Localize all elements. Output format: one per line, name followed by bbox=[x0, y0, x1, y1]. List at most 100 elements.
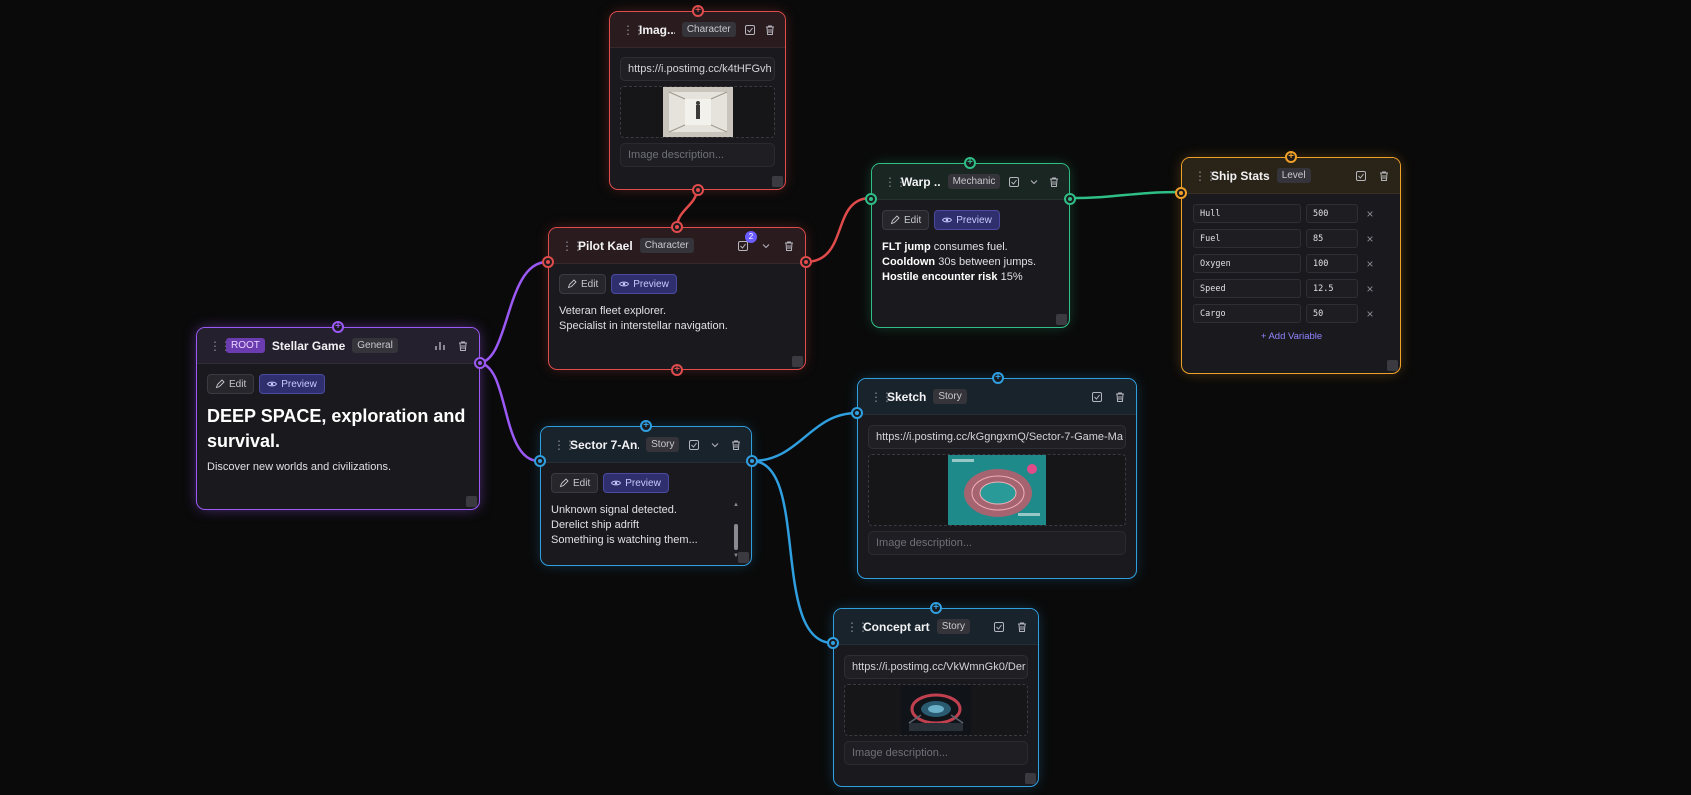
remove-variable-icon[interactable]: × bbox=[1363, 207, 1377, 221]
node-image[interactable]: ⋮⋮ Imag... Character https://i.postimg.c… bbox=[609, 5, 786, 196]
image-description-input[interactable]: Image description... bbox=[844, 741, 1028, 765]
image-description-input[interactable]: Image description... bbox=[868, 531, 1126, 555]
drag-handle-icon[interactable]: ⋮⋮ bbox=[884, 176, 907, 188]
trash-icon[interactable] bbox=[1376, 168, 1392, 184]
image-url-input[interactable]: https://i.postimg.cc/VkWmnGk0/Der bbox=[844, 655, 1028, 679]
resize-handle[interactable] bbox=[738, 552, 749, 563]
chevron-down-icon[interactable] bbox=[708, 437, 722, 453]
chevron-down-icon[interactable] bbox=[1028, 174, 1041, 190]
node-concept-art[interactable]: ⋮⋮ Concept art Story https://i.postimg.c… bbox=[827, 602, 1039, 787]
preview-button[interactable]: Preview bbox=[603, 473, 669, 493]
input-handle[interactable] bbox=[534, 455, 546, 467]
add-variable-button[interactable]: + Add Variable bbox=[1193, 331, 1390, 342]
checkbox-icon[interactable] bbox=[743, 22, 757, 38]
output-handle[interactable] bbox=[474, 357, 486, 369]
output-handle[interactable] bbox=[692, 184, 704, 196]
flow-canvas[interactable]: ⋮⋮ ROOT Stellar Game General Edit Previe… bbox=[0, 0, 1691, 795]
remove-variable-icon[interactable]: × bbox=[1363, 257, 1377, 271]
drag-handle-icon[interactable]: ⋮⋮ bbox=[870, 391, 893, 403]
checkbox-icon[interactable]: 2 bbox=[735, 230, 757, 254]
input-handle-top[interactable] bbox=[671, 221, 683, 233]
variable-value-input[interactable]: 100 bbox=[1306, 254, 1358, 273]
trash-icon[interactable] bbox=[729, 437, 743, 453]
variable-value-input[interactable]: 50 bbox=[1306, 304, 1358, 323]
node-sector-7[interactable]: ⋮⋮ Sector 7-An... Story Edit Preview Unk… bbox=[534, 420, 758, 566]
checkbox-icon[interactable] bbox=[686, 437, 700, 453]
trash-icon[interactable] bbox=[781, 238, 797, 254]
image-description-input[interactable]: Image description... bbox=[620, 143, 775, 167]
add-handle-top[interactable]: + bbox=[640, 420, 652, 432]
checkbox-icon[interactable] bbox=[991, 619, 1007, 635]
chevron-down-icon[interactable] bbox=[758, 238, 774, 254]
variable-value-input[interactable]: 12.5 bbox=[1306, 279, 1358, 298]
variable-name-input[interactable]: Oxygen bbox=[1193, 254, 1301, 273]
image-url-input[interactable]: https://i.postimg.cc/kGgngxmQ/Sector-7-G… bbox=[868, 425, 1126, 449]
variable-value-input[interactable]: 85 bbox=[1306, 229, 1358, 248]
output-handle[interactable] bbox=[746, 455, 758, 467]
resize-handle[interactable] bbox=[792, 356, 803, 367]
preview-button[interactable]: Preview bbox=[259, 374, 325, 394]
trash-icon[interactable] bbox=[1048, 174, 1061, 190]
resize-handle[interactable] bbox=[466, 496, 477, 507]
resize-handle[interactable] bbox=[1056, 314, 1067, 325]
trash-icon[interactable] bbox=[1014, 619, 1030, 635]
input-handle[interactable] bbox=[851, 407, 863, 419]
checkbox-icon[interactable] bbox=[1353, 168, 1369, 184]
variable-name-input[interactable]: Fuel bbox=[1193, 229, 1301, 248]
variable-value-input[interactable]: 500 bbox=[1306, 204, 1358, 223]
input-handle[interactable] bbox=[827, 637, 839, 649]
output-handle[interactable] bbox=[1064, 193, 1076, 205]
drag-handle-icon[interactable]: ⋮⋮ bbox=[553, 439, 576, 451]
input-handle[interactable] bbox=[1175, 187, 1187, 199]
edit-button[interactable]: Edit bbox=[551, 473, 599, 493]
node-title: Sector 7-An... bbox=[570, 437, 639, 452]
node-pilot-kael[interactable]: ⋮⋮ Pilot Kael Character 2 Edit Preview V… bbox=[542, 221, 812, 376]
add-handle-top[interactable]: + bbox=[930, 602, 942, 614]
node-stellar-game[interactable]: ⋮⋮ ROOT Stellar Game General Edit Previe… bbox=[196, 321, 486, 510]
preview-button[interactable]: Preview bbox=[934, 210, 1000, 230]
node-warp[interactable]: ⋮⋮ Warp ... Mechanic Edit Preview FLT ju… bbox=[865, 157, 1076, 328]
variable-row: Hull 500 × bbox=[1193, 204, 1390, 223]
variable-name-input[interactable]: Speed bbox=[1193, 279, 1301, 298]
edit-button[interactable]: Edit bbox=[207, 374, 255, 394]
edit-button[interactable]: Edit bbox=[559, 274, 607, 294]
edit-button[interactable]: Edit bbox=[882, 210, 930, 230]
drag-handle-icon[interactable]: ⋮⋮ bbox=[561, 240, 584, 252]
input-handle[interactable] bbox=[865, 193, 877, 205]
drag-handle-icon[interactable]: ⋮⋮ bbox=[1194, 170, 1217, 182]
add-handle-top[interactable]: + bbox=[692, 5, 704, 17]
input-handle[interactable] bbox=[542, 256, 554, 268]
add-handle-top[interactable]: + bbox=[964, 157, 976, 169]
variable-name-input[interactable]: Hull bbox=[1193, 204, 1301, 223]
drag-handle-icon[interactable]: ⋮⋮ bbox=[622, 24, 645, 36]
image-url-input[interactable]: https://i.postimg.cc/k4tHFGvh bbox=[620, 57, 775, 81]
node-type-tag: Story bbox=[646, 437, 680, 452]
checkbox-icon[interactable] bbox=[1089, 389, 1105, 405]
trash-icon[interactable] bbox=[455, 338, 471, 354]
checkbox-icon[interactable] bbox=[1007, 174, 1020, 190]
scrollbar-thumb[interactable] bbox=[734, 524, 738, 550]
remove-variable-icon[interactable]: × bbox=[1363, 282, 1377, 296]
eye-icon bbox=[611, 480, 622, 486]
scroll-up-icon[interactable]: ▲ bbox=[733, 502, 739, 508]
resize-handle[interactable] bbox=[1025, 773, 1036, 784]
variable-name-input[interactable]: Cargo bbox=[1193, 304, 1301, 323]
add-handle-top[interactable]: + bbox=[1285, 151, 1297, 163]
output-handle[interactable] bbox=[800, 256, 812, 268]
remove-variable-icon[interactable]: × bbox=[1363, 232, 1377, 246]
remove-variable-icon[interactable]: × bbox=[1363, 307, 1377, 321]
preview-button[interactable]: Preview bbox=[611, 274, 677, 294]
resize-handle[interactable] bbox=[1387, 360, 1398, 371]
node-sketch[interactable]: ⋮⋮ Sketch Story https://i.postimg.cc/kGg… bbox=[851, 372, 1137, 579]
node-ship-stats[interactable]: ⋮⋮ Ship Stats Level Hull 500 × Fuel 85 × Oxy… bbox=[1175, 151, 1401, 374]
add-handle-top[interactable]: + bbox=[992, 372, 1004, 384]
trash-icon[interactable] bbox=[763, 22, 777, 38]
chart-icon[interactable] bbox=[432, 338, 448, 354]
drag-handle-icon[interactable]: ⋮⋮ bbox=[846, 621, 869, 633]
image-preview bbox=[844, 684, 1028, 736]
trash-icon[interactable] bbox=[1112, 389, 1128, 405]
add-handle-bottom[interactable]: + bbox=[671, 364, 683, 376]
add-handle-top[interactable]: + bbox=[332, 321, 344, 333]
drag-handle-icon[interactable]: ⋮⋮ bbox=[209, 340, 232, 352]
resize-handle[interactable] bbox=[772, 176, 783, 187]
